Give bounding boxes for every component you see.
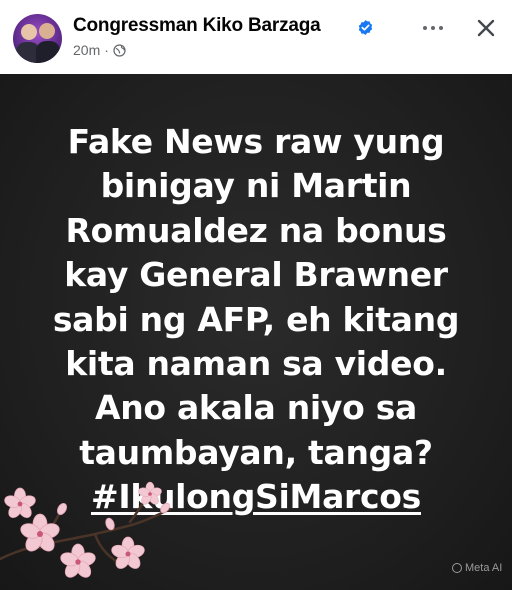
avatar[interactable] bbox=[13, 14, 62, 63]
cherry-blossom-decoration bbox=[0, 481, 172, 578]
more-options-icon[interactable] bbox=[418, 18, 448, 38]
meta-ai-icon bbox=[452, 563, 462, 573]
post-text: Fake News raw yung binigay ni Martin Rom… bbox=[0, 120, 512, 520]
post-header: Congressman Kiko Barzaga 20m · bbox=[0, 0, 512, 74]
author-name[interactable]: Congressman Kiko Barzaga bbox=[73, 15, 321, 37]
post-text-line: kita naman sa video. bbox=[65, 344, 447, 384]
post-text-line: Ano akala niyo sa bbox=[94, 388, 418, 428]
post-text-line: Romualdez na bonus bbox=[65, 210, 447, 250]
verified-badge-icon bbox=[358, 20, 373, 35]
meta-ai-label: Meta AI bbox=[465, 562, 503, 574]
meta-separator: · bbox=[104, 42, 109, 58]
meta-ai-badge: Meta AI bbox=[452, 562, 502, 574]
post-text-line: Fake News raw yung bbox=[67, 122, 445, 161]
globe-icon bbox=[113, 43, 126, 57]
close-icon[interactable] bbox=[474, 16, 498, 40]
post-image-card[interactable]: Fake News raw yung binigay ni Martin Rom… bbox=[0, 74, 512, 590]
post-text-line: kay General Brawner bbox=[64, 255, 448, 295]
post-meta: 20m · bbox=[73, 42, 126, 58]
post-text-line: sabi ng AFP, eh kitang bbox=[52, 299, 460, 339]
post-time[interactable]: 20m bbox=[73, 42, 100, 58]
post-text-line: binigay ni Martin bbox=[100, 166, 412, 206]
